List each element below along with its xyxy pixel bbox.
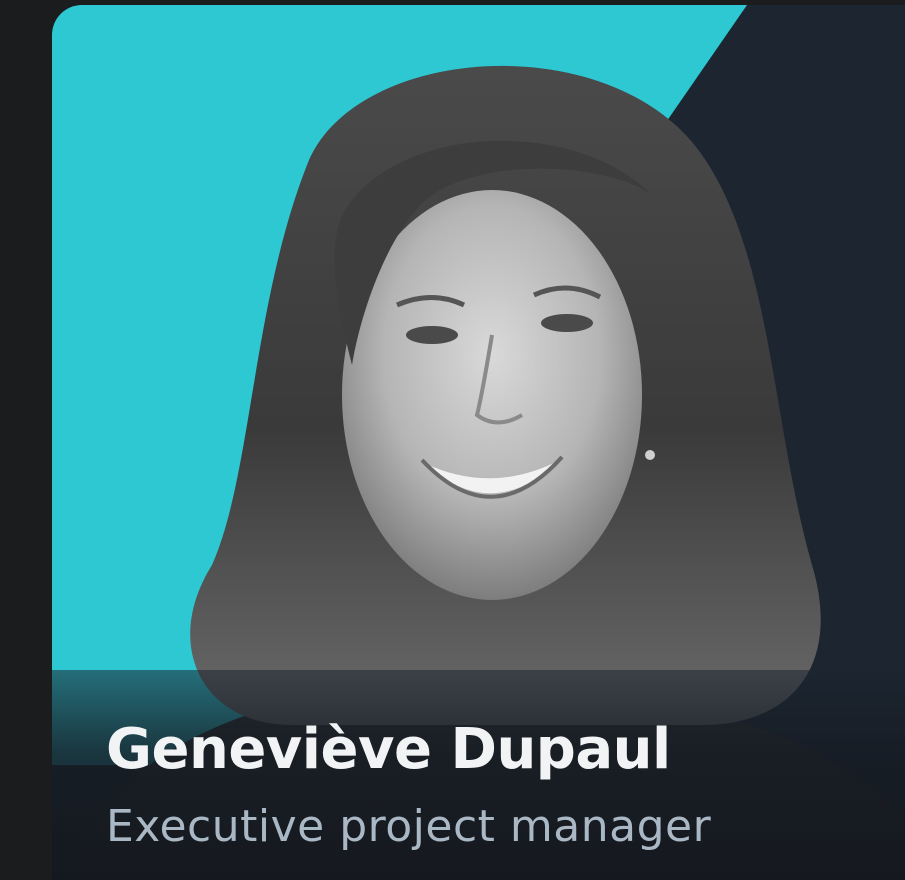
profile-card: Geneviève Dupaul Executive project manag…	[52, 5, 905, 880]
person-role: Executive project manager	[106, 801, 712, 852]
person-name: Geneviève Dupaul	[106, 717, 671, 782]
